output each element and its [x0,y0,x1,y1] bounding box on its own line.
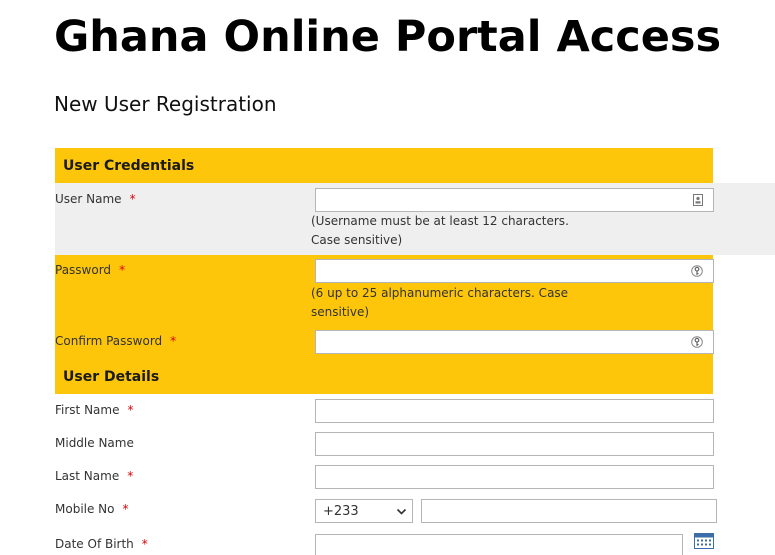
confirm-password-label-text: Confirm Password [55,334,163,348]
confirm-password-label: Confirm Password * [55,333,176,349]
required-marker: * [129,192,136,206]
confirm-password-input[interactable] [315,330,714,354]
required-marker: * [122,502,129,516]
country-code-select[interactable]: +233 [315,499,413,523]
section-title-details: User Details [63,368,160,385]
password-input[interactable] [315,259,714,283]
mobile-number-input[interactable] [421,499,717,523]
mobile-label: Mobile No * [55,501,129,517]
dob-label: Date Of Birth * [55,536,148,552]
middle-name-input[interactable] [315,432,714,456]
dob-input[interactable] [315,534,683,555]
username-label-text: User Name [55,192,122,206]
username-hint-line2: Case sensitive) [311,233,403,247]
username-hint-line1: (Username must be at least 12 characters… [311,214,569,228]
chevron-down-icon [396,508,407,515]
last-name-label-text: Last Name [55,469,120,483]
password-hint: (6 up to 25 alphanumeric characters. Cas… [311,284,571,322]
country-code-value: +233 [323,503,359,519]
last-name-label: Last Name * [55,468,133,484]
key-icon[interactable] [691,336,703,348]
registration-page: Ghana Online Portal Access New User Regi… [0,0,775,555]
required-marker: * [141,537,148,551]
dob-label-text: Date Of Birth [55,537,134,551]
username-hint: (Username must be at least 12 characters… [311,212,571,250]
password-hint-line2: sensitive) [311,305,370,319]
calendar-icon[interactable] [694,533,714,549]
username-label: User Name * [55,191,136,207]
section-title-credentials: User Credentials [63,157,195,174]
required-marker: * [119,263,126,277]
middle-name-label: Middle Name [55,435,134,451]
first-name-input[interactable] [315,399,714,423]
required-marker: * [127,469,134,483]
middle-name-label-text: Middle Name [55,436,134,450]
required-marker: * [170,334,177,348]
last-name-input[interactable] [315,465,714,489]
key-icon[interactable] [691,265,703,277]
password-label-text: Password [55,263,112,277]
password-label: Password * [55,262,125,278]
first-name-label-text: First Name [55,403,120,417]
page-title: Ghana Online Portal Access [54,12,722,62]
required-marker: * [127,403,134,417]
id-card-icon[interactable] [692,194,704,206]
section-header-credentials: User Credentials [55,148,713,183]
username-input[interactable] [315,188,714,212]
page-subtitle: New User Registration [54,92,277,116]
first-name-label: First Name * [55,402,133,418]
section-header-details: User Details [55,359,713,394]
password-hint-line1: (6 up to 25 alphanumeric characters. Cas… [311,286,569,300]
mobile-label-text: Mobile No [55,502,115,516]
